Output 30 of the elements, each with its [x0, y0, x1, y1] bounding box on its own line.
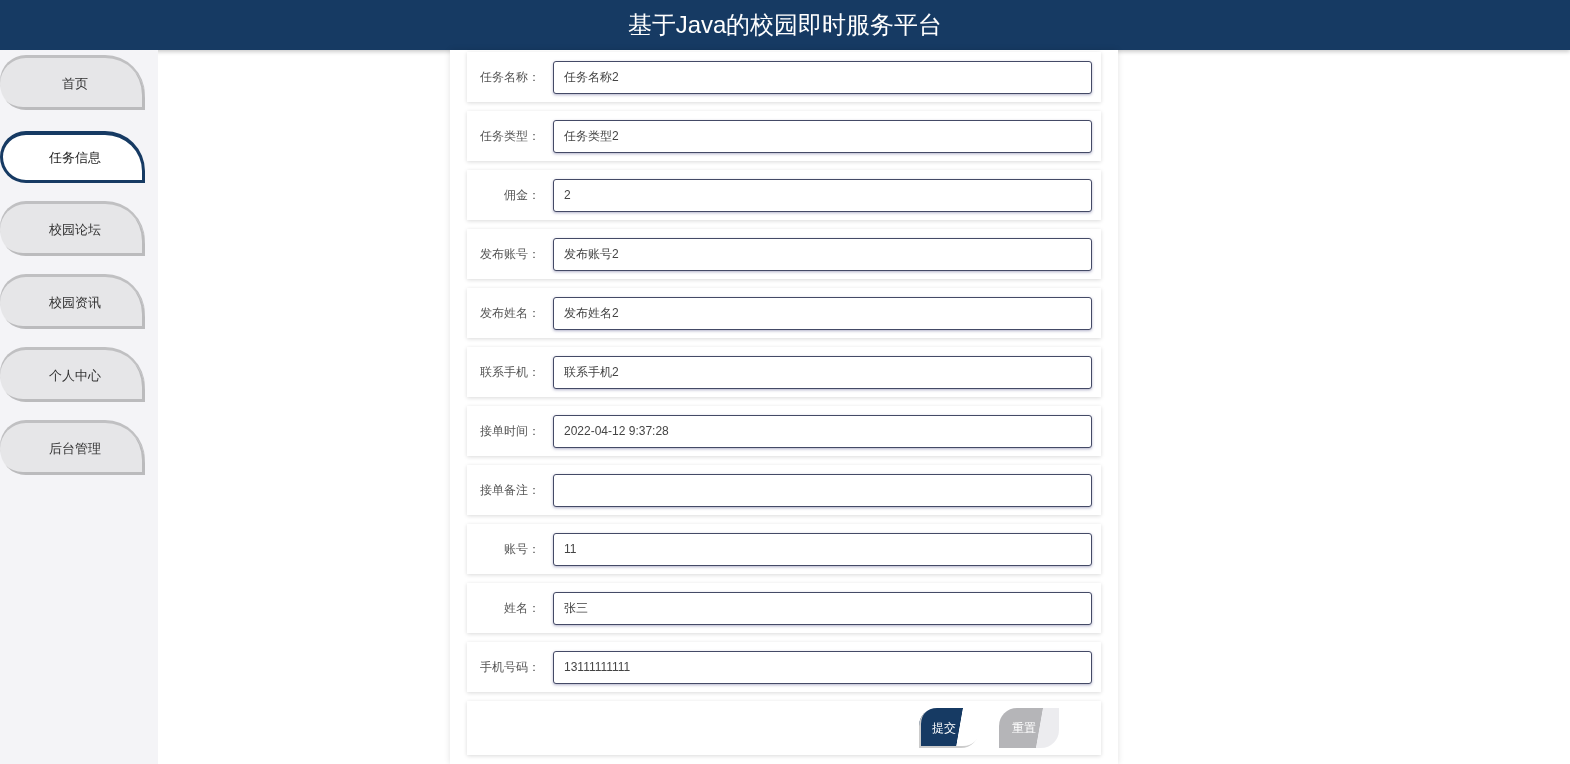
input-field[interactable]: 2	[553, 178, 1092, 212]
page-title: 基于Java的校园即时服务平台	[627, 10, 943, 40]
sidebar-item[interactable]: 校园资讯	[0, 277, 145, 329]
sidebar-item[interactable]: 个人中心	[0, 350, 145, 402]
field-label: 佣金：	[503, 186, 540, 204]
input-field[interactable]: 13111111111	[553, 650, 1092, 684]
input-field[interactable]: 11	[553, 532, 1092, 566]
input-field[interactable]: 发布账号2	[553, 237, 1092, 271]
sidebar-item[interactable]: 后台管理	[0, 423, 145, 475]
field-label: 发布账号：	[479, 245, 540, 263]
input-field[interactable]: 任务名称2	[553, 60, 1092, 94]
field-label: 联系手机：	[479, 363, 540, 381]
submit-button[interactable]: 提交	[919, 708, 979, 748]
input-field[interactable]: 发布姓名2	[553, 296, 1092, 330]
input-field[interactable]: 张三	[553, 591, 1092, 625]
field-label: 发布姓名：	[479, 304, 540, 322]
input-field[interactable]: 任务类型2	[553, 119, 1092, 153]
sidebar-item[interactable]: 任务信息	[0, 131, 145, 183]
field-label: 接单时间：	[479, 422, 540, 440]
input-field[interactable]: 2022-04-12 9:37:28	[553, 414, 1092, 448]
field-label: 任务类型：	[479, 127, 540, 145]
sidebar-item[interactable]: 校园论坛	[0, 204, 145, 256]
field-label: 接单备注：	[479, 481, 540, 499]
field-label: 任务名称：	[479, 68, 540, 86]
input-field[interactable]	[553, 473, 1092, 507]
field-label: 账号：	[503, 540, 540, 558]
field-label: 姓名：	[503, 599, 540, 617]
field-label: 手机号码：	[479, 658, 540, 676]
input-field[interactable]: 联系手机2	[553, 355, 1092, 389]
sidebar-item[interactable]: 首页	[0, 58, 145, 110]
